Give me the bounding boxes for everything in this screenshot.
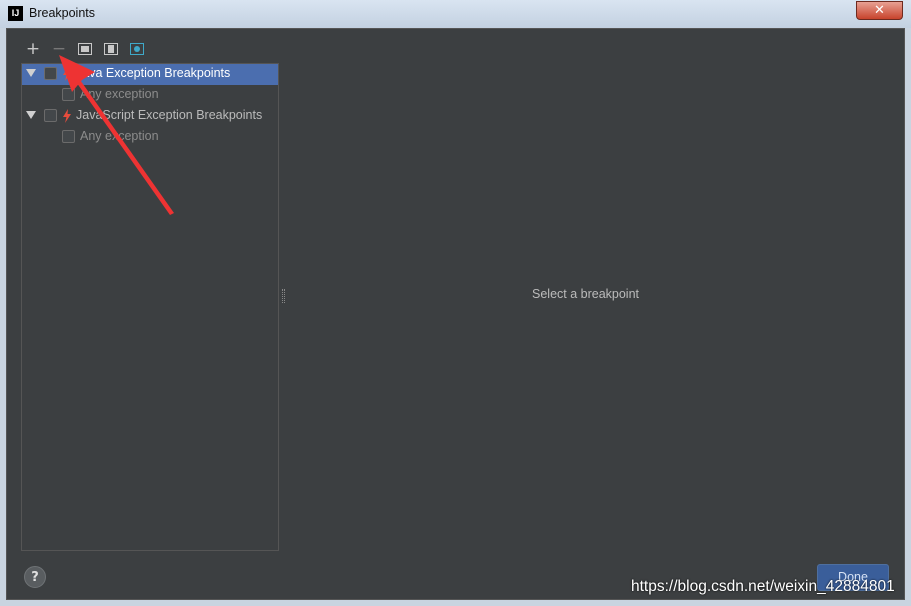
annotation-arrow-head <box>59 55 95 92</box>
red-annotation-arrow <box>59 55 174 215</box>
watermark: https://blog.csdn.net/weixin_42884801 <box>631 578 895 595</box>
breakpoints-window: IJ Breakpoints ✕ + − Java Exception Brea… <box>0 0 911 606</box>
